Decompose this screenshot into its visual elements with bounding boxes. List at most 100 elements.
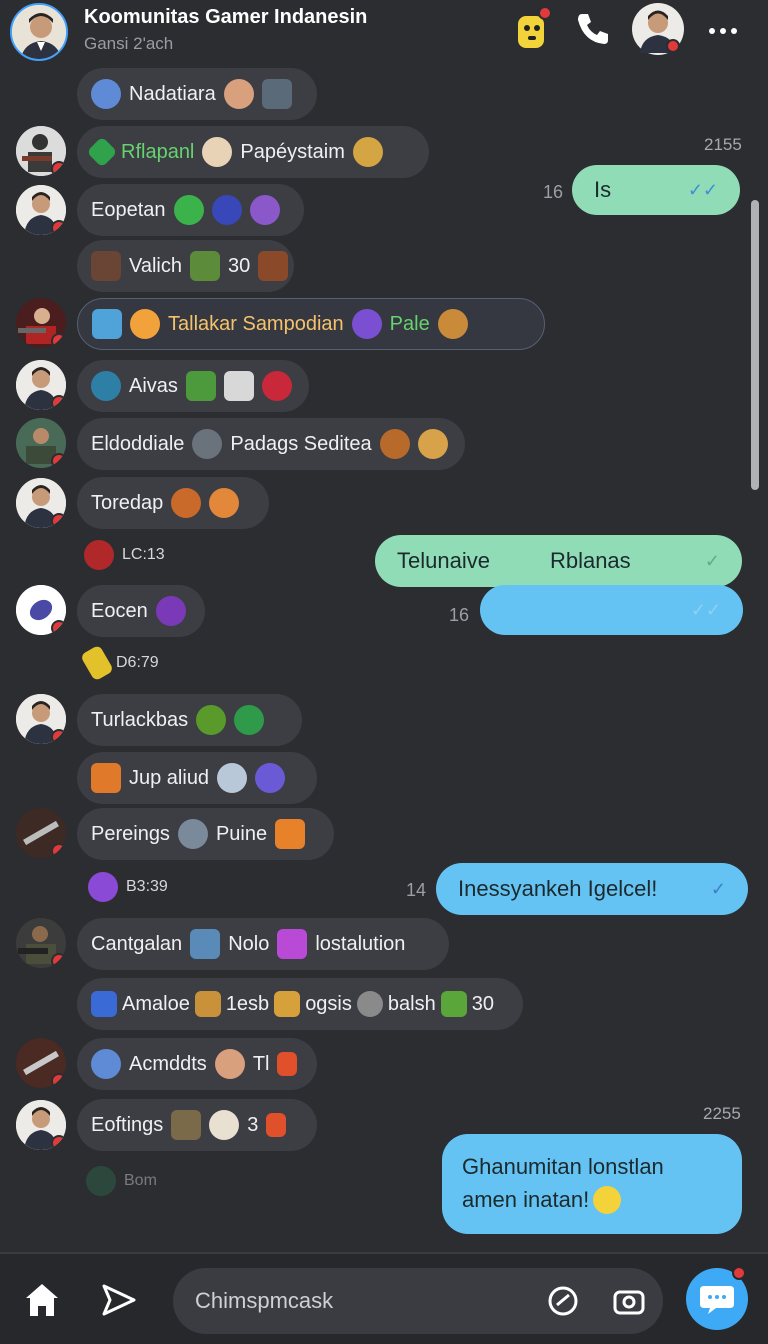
message-bubble[interactable]: Amaloe 1esb ogsis balsh 30 [77, 978, 523, 1030]
profile-avatar[interactable] [632, 3, 684, 55]
outgoing-message[interactable]: Ghanumitan lonstlan amen inatan! [442, 1134, 742, 1234]
unicorn-icon [209, 1110, 240, 1140]
camera-icon [613, 1290, 645, 1315]
gem-icon [275, 819, 306, 849]
outgoing-message[interactable]: ✓✓ [480, 585, 743, 635]
message-bubble[interactable]: Turlackbas [77, 694, 302, 746]
message-bubble[interactable]: Rflapanl Papéystaim [77, 126, 429, 178]
more-icon [709, 28, 737, 34]
message-bubble[interactable]: Valich 30 [77, 240, 294, 292]
send-button[interactable] [96, 1278, 140, 1322]
message-bubble[interactable]: Jup aliud [77, 752, 317, 804]
sticker-button[interactable] [545, 1283, 581, 1319]
notification-dot [538, 6, 552, 20]
lightning-icon [277, 1052, 298, 1076]
message-bubble[interactable]: Eopetan [77, 184, 304, 236]
outgoing-message[interactable]: Is ✓✓ [572, 165, 740, 215]
avatar[interactable] [16, 360, 66, 410]
message-bubble[interactable]: Aivas [77, 360, 309, 412]
avatar[interactable] [16, 585, 66, 635]
face-emoji-icon [214, 1049, 245, 1079]
pencil-icon [274, 991, 301, 1017]
notification-dot [732, 1266, 746, 1280]
coin-badge-icon [91, 763, 121, 793]
scrollbar[interactable] [751, 200, 759, 490]
avatar[interactable] [16, 918, 66, 968]
send-icon [102, 1284, 136, 1316]
smile-emoji-icon [593, 1186, 622, 1214]
avatar[interactable] [16, 694, 66, 744]
plant-icon [185, 371, 216, 401]
message-bubble[interactable]: Toredap [77, 477, 269, 529]
avatar[interactable] [16, 478, 66, 528]
battery-icon [277, 929, 308, 959]
avatar[interactable] [16, 185, 66, 235]
call-button[interactable] [570, 6, 616, 52]
message-bubble[interactable]: Tallakar Sampodian Pale [77, 298, 545, 350]
user-icon [86, 1166, 116, 1196]
sticker-icon [548, 1286, 578, 1316]
verified-badge [51, 729, 66, 744]
more-options-button[interactable] [700, 8, 746, 54]
cannon-icon [190, 929, 221, 959]
system-notice: B3:39 [88, 872, 168, 902]
verified-badge [51, 220, 66, 235]
wizard-icon [88, 872, 118, 902]
robot-icon [192, 429, 223, 459]
avatar[interactable] [16, 418, 66, 468]
gem-icon [86, 136, 118, 168]
robot-icon [91, 991, 117, 1017]
lightning-icon [266, 1113, 287, 1137]
chat-fab-button[interactable] [686, 1266, 748, 1330]
avatar[interactable] [16, 1100, 66, 1150]
message-bubble[interactable]: Pereings Puine [77, 808, 334, 860]
verified-badge [51, 953, 66, 968]
robot-icon [261, 79, 292, 109]
verified-badge [51, 333, 66, 348]
message-bubble[interactable]: Eoftings 3 [77, 1099, 317, 1151]
cactus-icon [190, 251, 220, 281]
bottom-bar [0, 1252, 768, 1344]
outgoing-message[interactable]: Inessyankeh Igelcel! ✓ [436, 863, 748, 915]
key-icon [194, 991, 221, 1017]
angry-emoji-icon [173, 195, 204, 225]
logo-badge-icon [211, 195, 242, 225]
message-bubble[interactable]: Eldoddiale Padags Seditea [77, 418, 465, 470]
message-bubble[interactable]: Cantgalan Nolo lostalution [77, 918, 449, 970]
verified-badge [51, 395, 66, 410]
crystal-icon [351, 309, 382, 339]
system-notice: LC:13 [84, 540, 165, 570]
outgoing-message[interactable]: Telunaive Rblanas ✓ [375, 535, 742, 587]
avatar[interactable] [16, 298, 66, 348]
blade-icon [79, 644, 115, 682]
trophy-icon [437, 309, 468, 339]
message-bubble[interactable]: Eocen [77, 585, 205, 637]
helmet-icon [379, 429, 410, 459]
message-bubble[interactable]: Nadatiara [77, 68, 317, 120]
message-input[interactable] [195, 1282, 535, 1320]
mascot-button[interactable] [510, 6, 556, 52]
message-time: 14 [406, 880, 427, 900]
message-bubble[interactable]: Acmddts Tl [77, 1038, 317, 1090]
home-button[interactable] [20, 1278, 64, 1322]
group-avatar[interactable] [10, 3, 68, 61]
star-icon [130, 309, 160, 339]
verified-badge [51, 843, 66, 858]
camera-button[interactable] [611, 1283, 647, 1319]
avatar[interactable] [16, 126, 66, 176]
face-emoji-icon [223, 79, 254, 109]
verified-badge [51, 1135, 66, 1150]
gear-badge-icon [91, 1049, 121, 1079]
avatar[interactable] [16, 808, 66, 858]
verified-badge [51, 1073, 66, 1088]
verified-badge [51, 161, 66, 176]
user-icon [84, 540, 114, 570]
avatar[interactable] [16, 1038, 66, 1088]
robot-icon [177, 819, 208, 849]
message-time: 16 [543, 182, 564, 202]
verified-badge [666, 39, 680, 53]
gear-eye-icon [196, 705, 227, 735]
bottle-icon [440, 991, 467, 1017]
verified-badge [51, 513, 66, 528]
message-composer [173, 1268, 663, 1334]
